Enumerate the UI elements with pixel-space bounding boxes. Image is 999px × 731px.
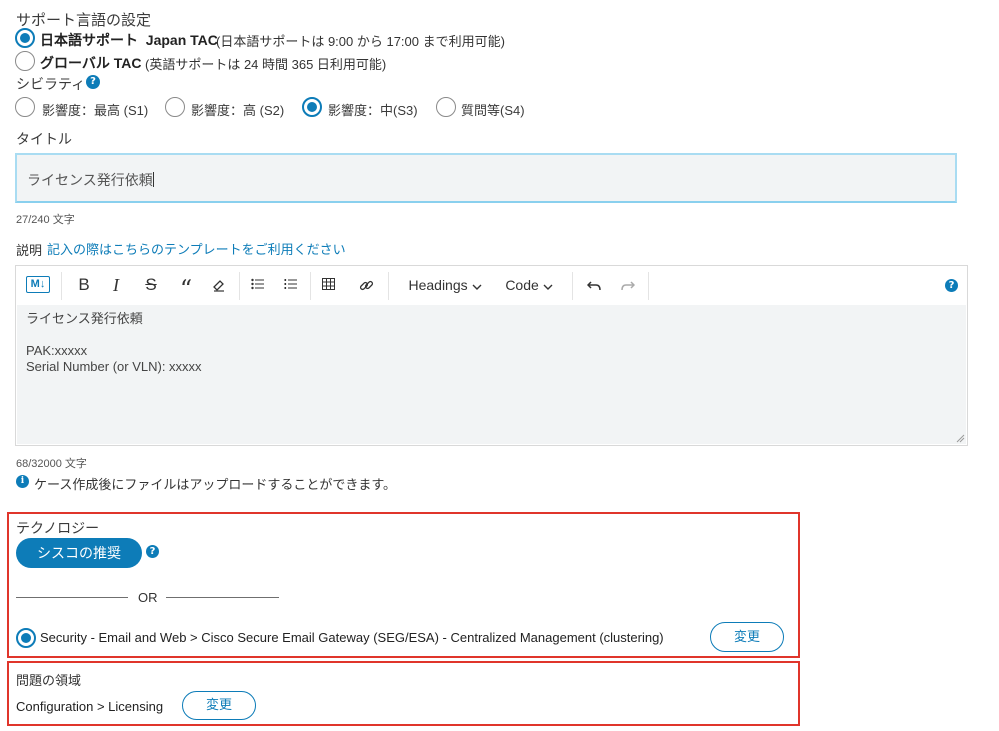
editor-line: ライセンス発行依頼 <box>26 311 143 326</box>
technology-selected-path: Security - Email and Web > Cisco Secure … <box>40 630 664 645</box>
title-char-counter: 27/240 文字 <box>16 214 75 226</box>
undo-icon[interactable] <box>584 274 604 296</box>
radio-japan-tac[interactable] <box>15 28 35 48</box>
editor-toolbar: M↓ B I S “ Headings Code ? <box>16 266 967 305</box>
chevron-down-icon <box>543 284 553 290</box>
title-input[interactable]: ライセンス発行依頼 <box>15 153 957 203</box>
severity-heading: シビラティ <box>16 76 86 92</box>
table-icon[interactable] <box>318 274 338 296</box>
recommend-help-icon[interactable]: ? <box>146 545 159 558</box>
redo-icon[interactable] <box>618 274 638 296</box>
description-editor[interactable]: M↓ B I S “ Headings Code ? ライセンス発行依頼 PAK… <box>15 265 968 446</box>
radio-global-tac-note: (英語サポートは 24 時間 365 日利用可能) <box>145 57 387 72</box>
toolbar-divider <box>61 272 62 300</box>
toolbar-divider <box>239 272 240 300</box>
editor-body[interactable]: ライセンス発行依頼 PAK:xxxxx Serial Number (or VL… <box>17 305 966 444</box>
or-divider-left <box>16 597 128 598</box>
severity-help-icon[interactable]: ? <box>86 75 100 89</box>
radio-severity-s3-label[interactable]: 影響度：中(S3) <box>328 100 418 119</box>
radio-japan-tac-note: (日本語サポートは 9:00 から 17:00 まで利用可能) <box>216 34 505 49</box>
bullet-list-icon[interactable] <box>248 274 268 296</box>
problem-area-heading: 問題の領域 <box>16 673 82 688</box>
info-icon: i <box>16 475 29 488</box>
radio-severity-s4-label[interactable]: 質問等(S4) <box>461 100 525 119</box>
chevron-down-icon <box>472 284 482 290</box>
radio-global-tac-label[interactable]: グローバル TAC <box>40 53 141 73</box>
technology-heading: テクノロジー <box>16 520 100 536</box>
eraser-icon[interactable] <box>209 274 229 296</box>
radio-severity-s2-label[interactable]: 影響度：高 (S2) <box>191 100 284 119</box>
toolbar-divider <box>572 272 573 300</box>
technology-change-button[interactable]: 変更 <box>710 622 784 652</box>
toolbar-divider <box>648 272 649 300</box>
italic-icon[interactable]: I <box>106 274 126 296</box>
support-language-heading: サポート言語の設定 <box>16 12 152 29</box>
upload-note: ケース作成後にファイルはアップロードすることができます。 <box>34 477 397 492</box>
problem-area-value: Configuration > Licensing <box>16 699 164 714</box>
problem-area-highlight <box>7 661 800 726</box>
editor-line: Serial Number (or VLN): xxxxx <box>26 359 202 374</box>
radio-japan-tac-label[interactable]: 日本語サポート Japan TAC <box>40 30 218 50</box>
code-dropdown[interactable]: Code <box>501 274 557 296</box>
toolbar-divider <box>388 272 389 300</box>
radio-severity-s2[interactable] <box>165 97 185 117</box>
radio-severity-s1[interactable] <box>15 97 35 117</box>
markdown-icon[interactable]: M↓ <box>26 276 50 293</box>
text-caret <box>152 172 154 187</box>
problem-area-change-button[interactable]: 変更 <box>182 691 256 720</box>
or-divider-right <box>166 597 279 598</box>
or-label: OR <box>138 590 158 605</box>
strikethrough-icon[interactable]: S <box>141 274 161 296</box>
radio-global-tac[interactable] <box>15 51 35 71</box>
link-icon[interactable] <box>356 274 376 296</box>
code-label: Code <box>505 277 539 293</box>
description-char-counter: 68/32000 文字 <box>16 458 87 470</box>
description-label: 説明 <box>16 243 43 258</box>
radio-severity-s1-label[interactable]: 影響度：最高 (S1) <box>42 100 148 119</box>
title-label: タイトル <box>16 131 72 147</box>
editor-line: PAK:xxxxx <box>26 343 88 358</box>
radio-severity-s3[interactable] <box>302 97 322 117</box>
numbered-list-icon[interactable] <box>281 274 301 296</box>
template-link[interactable]: 記入の際はこちらのテンプレートをご利用ください <box>47 239 346 258</box>
headings-label: Headings <box>408 277 468 293</box>
bold-icon[interactable]: B <box>74 274 94 296</box>
cisco-recommend-button[interactable]: シスコの推奨 <box>16 538 142 568</box>
quote-icon[interactable]: “ <box>176 274 196 303</box>
toolbar-divider <box>310 272 311 300</box>
headings-dropdown[interactable]: Headings <box>405 274 485 296</box>
resize-handle-icon[interactable] <box>956 434 965 443</box>
editor-help-icon[interactable]: ? <box>945 279 958 292</box>
radio-technology-selected[interactable] <box>16 628 36 648</box>
radio-severity-s4[interactable] <box>436 97 456 117</box>
title-input-value: ライセンス発行依頼 <box>27 172 153 188</box>
